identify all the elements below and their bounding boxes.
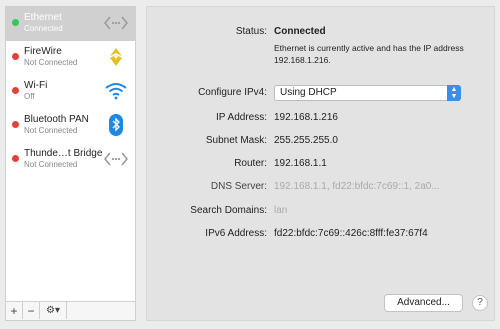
service-item-ethernet[interactable]: Ethernet Connected <box>6 7 135 41</box>
router-label: Router: <box>234 158 267 169</box>
ethernet-arrows-icon <box>103 11 129 35</box>
subnet-mask-label: Subnet Mask: <box>205 135 267 146</box>
status-dot-off <box>12 87 19 94</box>
dns-server-label: DNS Server: <box>210 181 267 192</box>
status-description: Ethernet is currently active and has the… <box>274 43 464 65</box>
ip-address-label: IP Address: <box>216 112 267 123</box>
wifi-icon <box>103 79 129 103</box>
firewire-icon <box>103 45 129 69</box>
service-detail-panel: Status: Connected Ethernet is currently … <box>146 6 495 321</box>
status-dot-connected <box>12 19 19 26</box>
search-domains-label: Search Domains: <box>190 205 267 216</box>
service-list-toolbar: + − ⚙▾ <box>6 301 135 320</box>
service-item-thunderbolt-bridge[interactable]: Thunde…t Bridge Not Connected <box>6 143 135 177</box>
service-item-firewire[interactable]: FireWire Not Connected <box>6 41 135 75</box>
status-label: Status: <box>235 26 267 37</box>
service-list: Ethernet Connected FireWire Not Connecte… <box>5 6 136 321</box>
subnet-mask-value: 255.255.255.0 <box>274 135 338 146</box>
search-domains-value: lan <box>274 205 288 216</box>
status-dot-not-connected <box>12 155 19 162</box>
popup-arrows-icon: ▲ ▼ <box>447 85 461 101</box>
remove-service-button[interactable]: − <box>23 302 40 319</box>
help-button[interactable]: ? <box>472 295 488 311</box>
status-dot-not-connected <box>12 53 19 60</box>
router-value: 192.168.1.1 <box>274 158 327 169</box>
configure-ipv4-label: Configure IPv4: <box>198 87 267 98</box>
advanced-button[interactable]: Advanced... <box>384 294 463 312</box>
configure-ipv4-value: Using DHCP <box>280 87 337 98</box>
gear-menu-button[interactable]: ⚙▾ <box>40 302 67 319</box>
thunderbolt-bridge-icon <box>103 147 129 171</box>
status-dot-not-connected <box>12 121 19 128</box>
dns-server-value: 192.168.1.1, fd22:bfdc:7c69::1, 2a0... <box>274 181 440 192</box>
service-item-bluetooth-pan[interactable]: Bluetooth PAN Not Connected <box>6 109 135 143</box>
ipv6-address-value: fd22:bfdc:7c69::426c:8fff:fe37:67f4 <box>274 228 428 239</box>
add-service-button[interactable]: + <box>6 302 23 319</box>
service-item-wifi[interactable]: Wi-Fi Off <box>6 75 135 109</box>
bluetooth-icon <box>103 113 129 137</box>
status-value: Connected <box>274 26 326 37</box>
configure-ipv4-select[interactable]: Using DHCP ▲ ▼ <box>274 85 461 101</box>
ipv6-address-label: IPv6 Address: <box>205 228 267 239</box>
ip-address-value: 192.168.1.216 <box>274 112 338 123</box>
